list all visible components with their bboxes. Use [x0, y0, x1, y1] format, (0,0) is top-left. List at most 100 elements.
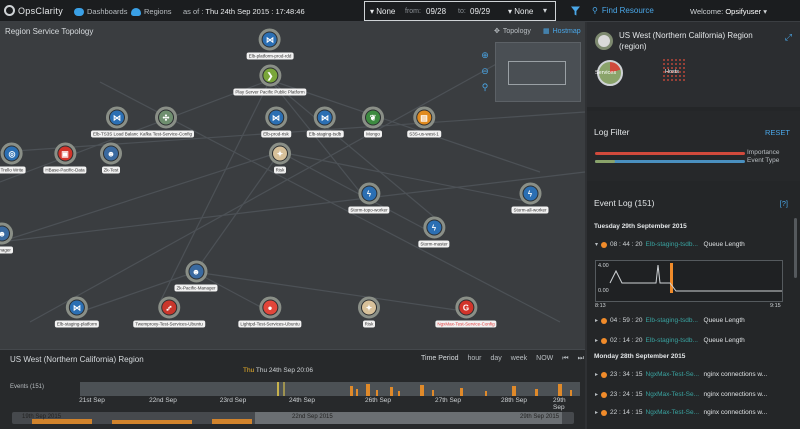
service-node[interactable]: ☻ Manager: [0, 222, 13, 254]
event-source[interactable]: Elb-staging-tsdb...: [646, 241, 701, 248]
event-row[interactable]: ▸ 23 : 34 : 15 NgxMax-Test-Se... nginx c…: [595, 371, 767, 378]
service-type-icon: ⋈: [70, 300, 84, 315]
period-day[interactable]: day: [491, 355, 502, 363]
timeline-navigator[interactable]: 19th Sep 2015 22nd Sep 2015 29th Sep 201…: [12, 412, 574, 424]
service-node[interactable]: ❦ Mongo: [362, 106, 384, 138]
event-row[interactable]: ▸ 23 : 24 : 15 NgxMax-Test-Se... nginx c…: [595, 391, 767, 398]
expand-row-icon[interactable]: ▸: [595, 409, 598, 416]
topology-minimap[interactable]: [495, 42, 581, 102]
service-node[interactable]: ✦ Risk: [269, 142, 291, 174]
service-node[interactable]: ⋈ Elb-staging-platform: [54, 296, 100, 328]
service-node[interactable]: ● Lightpd-Test-Services-Ubuntu: [238, 296, 302, 328]
service-node[interactable]: ☻ Zk-Pacific-Manager: [174, 260, 218, 292]
logo-text: OpsClarity: [18, 5, 64, 16]
service-type-icon: G: [458, 300, 473, 315]
event-row[interactable]: ▸ 02 : 14 : 20 Elb-staging-tsdb... Queue…: [595, 337, 745, 344]
nav-dashboards-label: Dashboards: [87, 7, 128, 16]
event-source[interactable]: NgxMax-Test-Se...: [646, 409, 701, 416]
search-icon: ⚲: [592, 6, 598, 15]
event-row[interactable]: ▸ 04 : 59 : 20 Elb-staging-tsdb... Queue…: [595, 317, 745, 324]
to-label: to:: [458, 8, 466, 15]
event-row[interactable]: ▾ 08 : 44 : 20 Elb-staging-tsdb... Queue…: [595, 241, 745, 248]
period-week[interactable]: week: [511, 355, 527, 363]
event-time: 08 : 44 : 20: [610, 241, 643, 248]
range-dropdown-icon[interactable]: ▾: [543, 6, 547, 15]
period-hour[interactable]: hour: [467, 355, 481, 363]
service-node[interactable]: ⋈ Elb-TS3S Load Balance: [90, 106, 144, 138]
filter-icon[interactable]: [571, 6, 580, 16]
log-filter-section: [587, 111, 800, 181]
zoom-fit-icon[interactable]: ⚲: [480, 82, 490, 92]
service-node[interactable]: ⋈ Elb-staging-tsdb: [306, 106, 344, 138]
node-label: Play Server Pacific Public Platform: [233, 88, 307, 96]
service-node[interactable]: ϟ Storm-topo-worker: [348, 182, 390, 214]
reset-button[interactable]: RESET: [765, 128, 790, 137]
service-node[interactable]: ✣ Kafka Test-Service-Config: [138, 106, 194, 138]
collapse-icon[interactable]: ▾: [595, 241, 598, 248]
service-node[interactable]: ✦ Risk: [358, 296, 380, 328]
event-log-scrollbar[interactable]: [794, 218, 797, 278]
event-time: 04 : 59 : 20: [610, 317, 643, 324]
event-source[interactable]: NgxMax-Test-Se...: [646, 371, 701, 378]
skip-back-icon[interactable]: ⏮: [562, 355, 568, 363]
importance-bar[interactable]: [595, 152, 745, 155]
events-chart[interactable]: [80, 382, 580, 396]
topology-toggle[interactable]: ✥ Topology: [494, 27, 531, 36]
axis-tick: 29th Sep: [553, 397, 566, 411]
topology-panel: Region Service Topology ✥ Topology ▦ Hostm…: [0, 22, 585, 349]
event-time: 23 : 34 : 15: [610, 371, 643, 378]
find-resource-button[interactable]: ⚲ Find Resource: [592, 6, 654, 15]
node-label: Risk: [273, 166, 287, 174]
nav-dashboards[interactable]: Dashboards: [74, 7, 127, 16]
chevron-down-icon: ▾: [763, 7, 768, 16]
hostmap-toggle[interactable]: ▦ Hostmap: [543, 27, 581, 36]
service-node[interactable]: ◎ Trello Write: [0, 142, 26, 174]
service-node[interactable]: ⑇ Twemproxy-Test-Services-Ubuntu: [133, 296, 205, 328]
expand-row-icon[interactable]: ▸: [595, 371, 598, 378]
service-node[interactable]: ▣ HBase-Pacific-Data: [43, 142, 87, 174]
zoom-in-icon[interactable]: ⊕: [480, 50, 490, 60]
node-label: Storm-topo-worker: [348, 206, 390, 214]
service-node[interactable]: ❯ Play Server Pacific Public Platform: [233, 64, 307, 96]
service-node[interactable]: ⋈ Elb-prod-risk: [261, 106, 291, 138]
node-health-ring: ϟ: [357, 182, 380, 205]
service-type-icon: ▣: [57, 146, 72, 161]
expand-icon[interactable]: ⤢: [785, 32, 792, 43]
event-source[interactable]: Elb-staging-tsdb...: [646, 337, 701, 344]
node-health-ring: ▤: [412, 106, 435, 129]
left-select[interactable]: ▾ None: [370, 7, 395, 16]
from-date[interactable]: 09/28: [426, 7, 446, 16]
as-of-timestamp: as of : Thu 24th Sep 2015 : 17:48:46: [183, 7, 305, 16]
right-select[interactable]: ▾ None: [508, 7, 533, 16]
expand-row-icon[interactable]: ▸: [595, 337, 598, 344]
service-node[interactable]: G NgxMax-Test-Service-Config: [435, 296, 497, 328]
event-mini-chart: 4.00 0.00: [595, 260, 783, 302]
expand-row-icon[interactable]: ▸: [595, 317, 598, 324]
node-health-ring: ❯: [259, 64, 281, 87]
expand-row-icon[interactable]: ▸: [595, 391, 598, 398]
logo-icon: [4, 5, 15, 16]
service-type-icon: ☻: [0, 226, 9, 241]
zoom-out-icon[interactable]: ⊖: [480, 66, 490, 76]
service-node[interactable]: ⋈ Elb-platform-prod-rdd: [246, 28, 294, 60]
event-row[interactable]: ▸ 22 : 14 : 15 NgxMax-Test-Se... nginx c…: [595, 409, 767, 416]
help-button[interactable]: [?]: [780, 199, 788, 208]
service-node[interactable]: ϟ Storm-all-worker: [511, 182, 549, 214]
event-type-bar[interactable]: [595, 160, 745, 163]
period-now[interactable]: NOW: [536, 355, 553, 363]
service-node[interactable]: ☻ Zk-Test: [100, 142, 122, 174]
skip-forward-icon[interactable]: ⏭: [578, 355, 584, 363]
service-type-icon: ϟ: [522, 186, 537, 201]
event-source[interactable]: NgxMax-Test-Se...: [646, 391, 701, 398]
app-logo[interactable]: OpsClarity: [4, 5, 63, 16]
event-source[interactable]: Elb-staging-tsdb...: [646, 317, 701, 324]
service-node[interactable]: ▤ S3S-us-west-1: [407, 106, 441, 138]
service-node[interactable]: ϟ Storm-master: [418, 216, 450, 248]
to-date[interactable]: 09/29: [470, 7, 490, 16]
welcome-user[interactable]: Welcome: Opsifyuser ▾: [690, 7, 767, 16]
service-type-icon: ✦: [273, 146, 287, 161]
service-type-icon: ⑇: [162, 300, 176, 315]
service-type-icon: ϟ: [426, 220, 441, 235]
minimap-viewport[interactable]: [508, 61, 566, 85]
nav-regions[interactable]: Regions: [131, 7, 172, 16]
